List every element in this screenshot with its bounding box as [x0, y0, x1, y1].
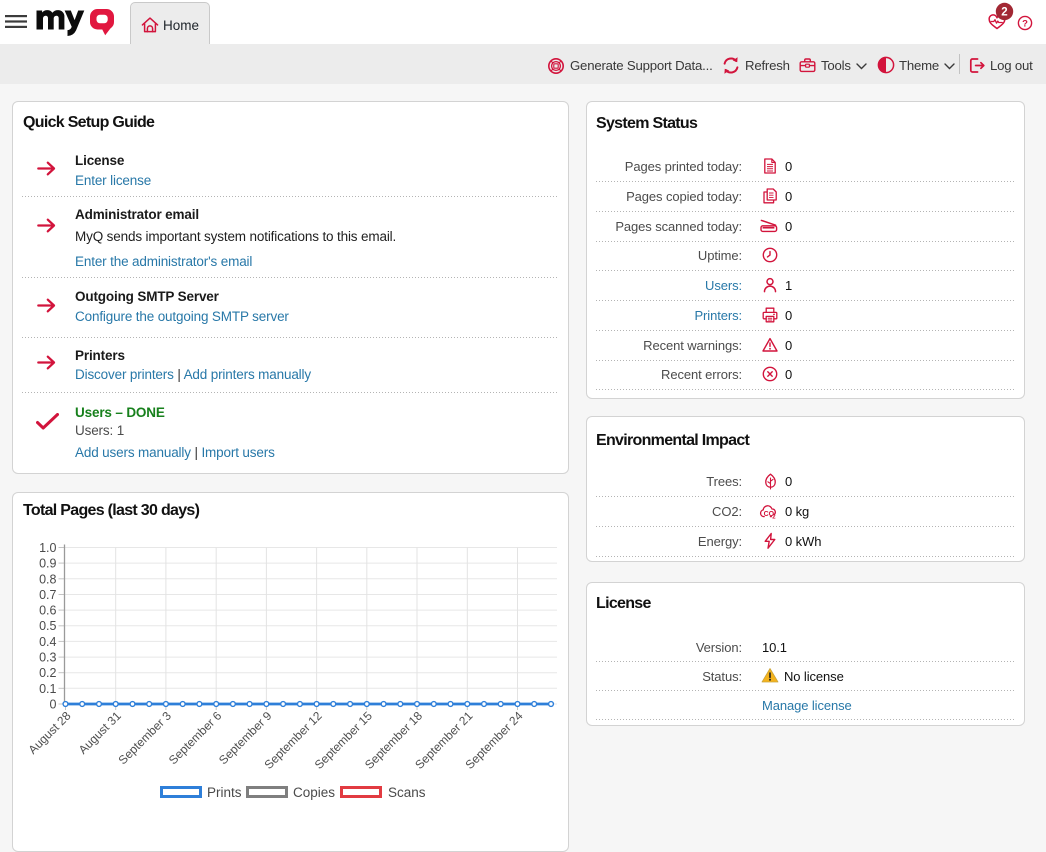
svg-text:0.9: 0.9 [39, 557, 56, 571]
svg-text:0: 0 [50, 698, 57, 712]
svg-text:0.1: 0.1 [39, 682, 56, 696]
svg-text:August 31: August 31 [76, 708, 124, 756]
svg-text:0.4: 0.4 [39, 635, 56, 649]
svg-text:0.3: 0.3 [39, 651, 56, 665]
svg-text:?: ? [1022, 18, 1028, 29]
svg-text:2: 2 [772, 515, 776, 520]
svg-text:September 3: September 3 [116, 708, 175, 767]
svg-text:0.6: 0.6 [39, 604, 56, 618]
svg-text:0.5: 0.5 [39, 619, 56, 633]
svg-text:1.0: 1.0 [39, 541, 56, 555]
svg-text:2: 2 [1001, 6, 1007, 18]
svg-text:August 28: August 28 [26, 708, 74, 756]
svg-text:0.7: 0.7 [39, 588, 56, 602]
svg-text:0.8: 0.8 [39, 572, 56, 586]
svg-text:0.2: 0.2 [39, 666, 56, 680]
